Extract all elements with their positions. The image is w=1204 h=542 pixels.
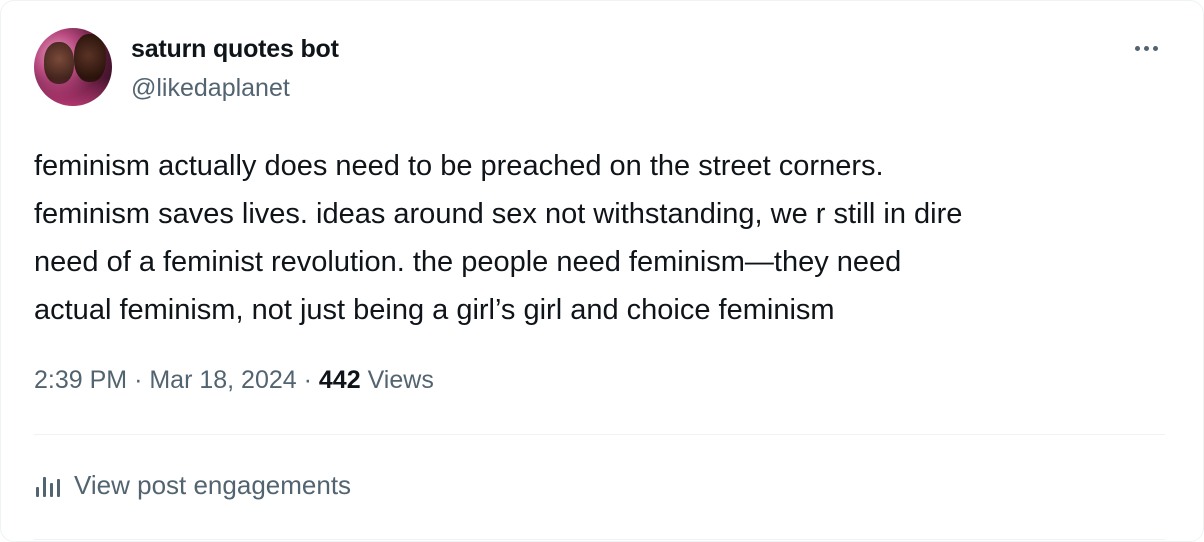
tweet-text-line: feminism saves lives. ideas around sex n… — [34, 198, 963, 230]
tweet-time[interactable]: 2:39 PM — [34, 366, 127, 394]
more-dot — [1152, 45, 1158, 51]
tweet-text-line: need of a feminist revolution. the peopl… — [34, 246, 902, 278]
tweet-text-line: feminism actually does need to be preach… — [34, 150, 884, 182]
meta-separator: · — [303, 366, 312, 394]
analytics-bar-icon — [36, 476, 60, 497]
more-dot — [1143, 45, 1149, 51]
divider — [34, 434, 1165, 435]
tweet-date[interactable]: Mar 18, 2024 — [149, 366, 296, 394]
more-dot — [1134, 45, 1140, 51]
avatar-face-right — [74, 34, 106, 82]
views-count: 442 — [318, 366, 361, 394]
view-engagements-button[interactable]: View post engagements — [34, 470, 351, 501]
divider — [34, 539, 1165, 540]
tweet-meta: 2:39 PM · Mar 18, 2024 · 442 Views — [34, 366, 434, 395]
avatar-glow — [34, 78, 112, 106]
meta-separator: · — [134, 366, 143, 394]
user-handle[interactable]: @likedaplanet — [131, 74, 290, 103]
tweet-text-line: actual feminism, not just being a girl’s… — [34, 294, 835, 326]
more-options-icon[interactable] — [1128, 36, 1164, 60]
avatar[interactable] — [34, 28, 112, 106]
views-label: Views — [367, 366, 434, 394]
view-engagements-label: View post engagements — [74, 470, 352, 500]
user-display-name[interactable]: saturn quotes bot — [131, 35, 339, 64]
tweet-text: feminism actually does need to be preach… — [34, 142, 1174, 334]
